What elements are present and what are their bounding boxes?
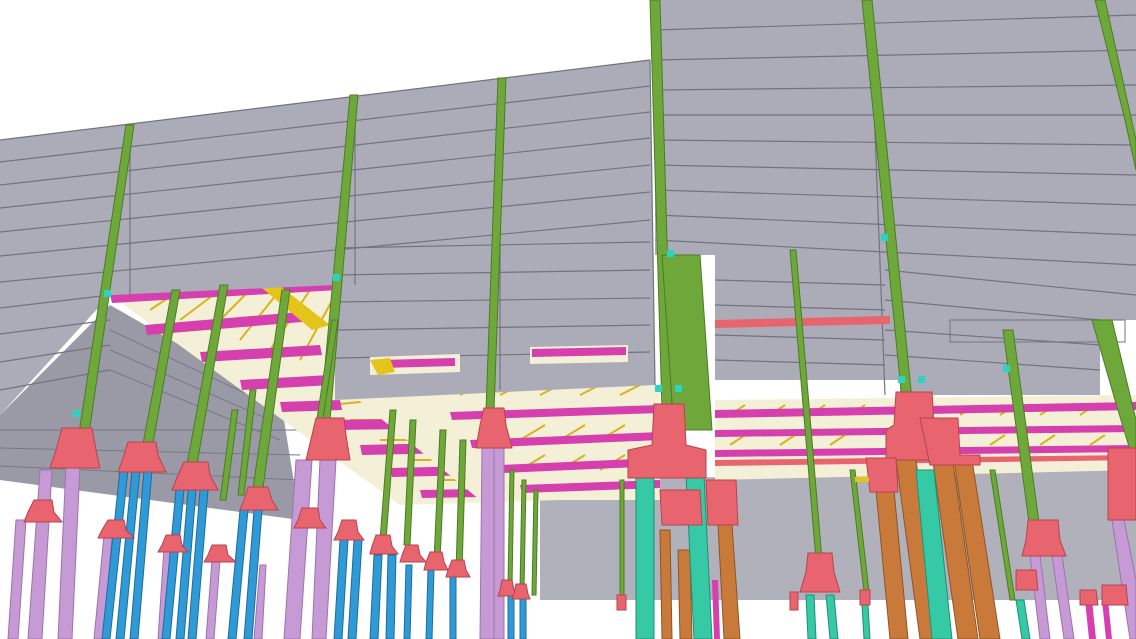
model-viewport — [0, 0, 1136, 639]
yellow-accent — [855, 477, 869, 482]
